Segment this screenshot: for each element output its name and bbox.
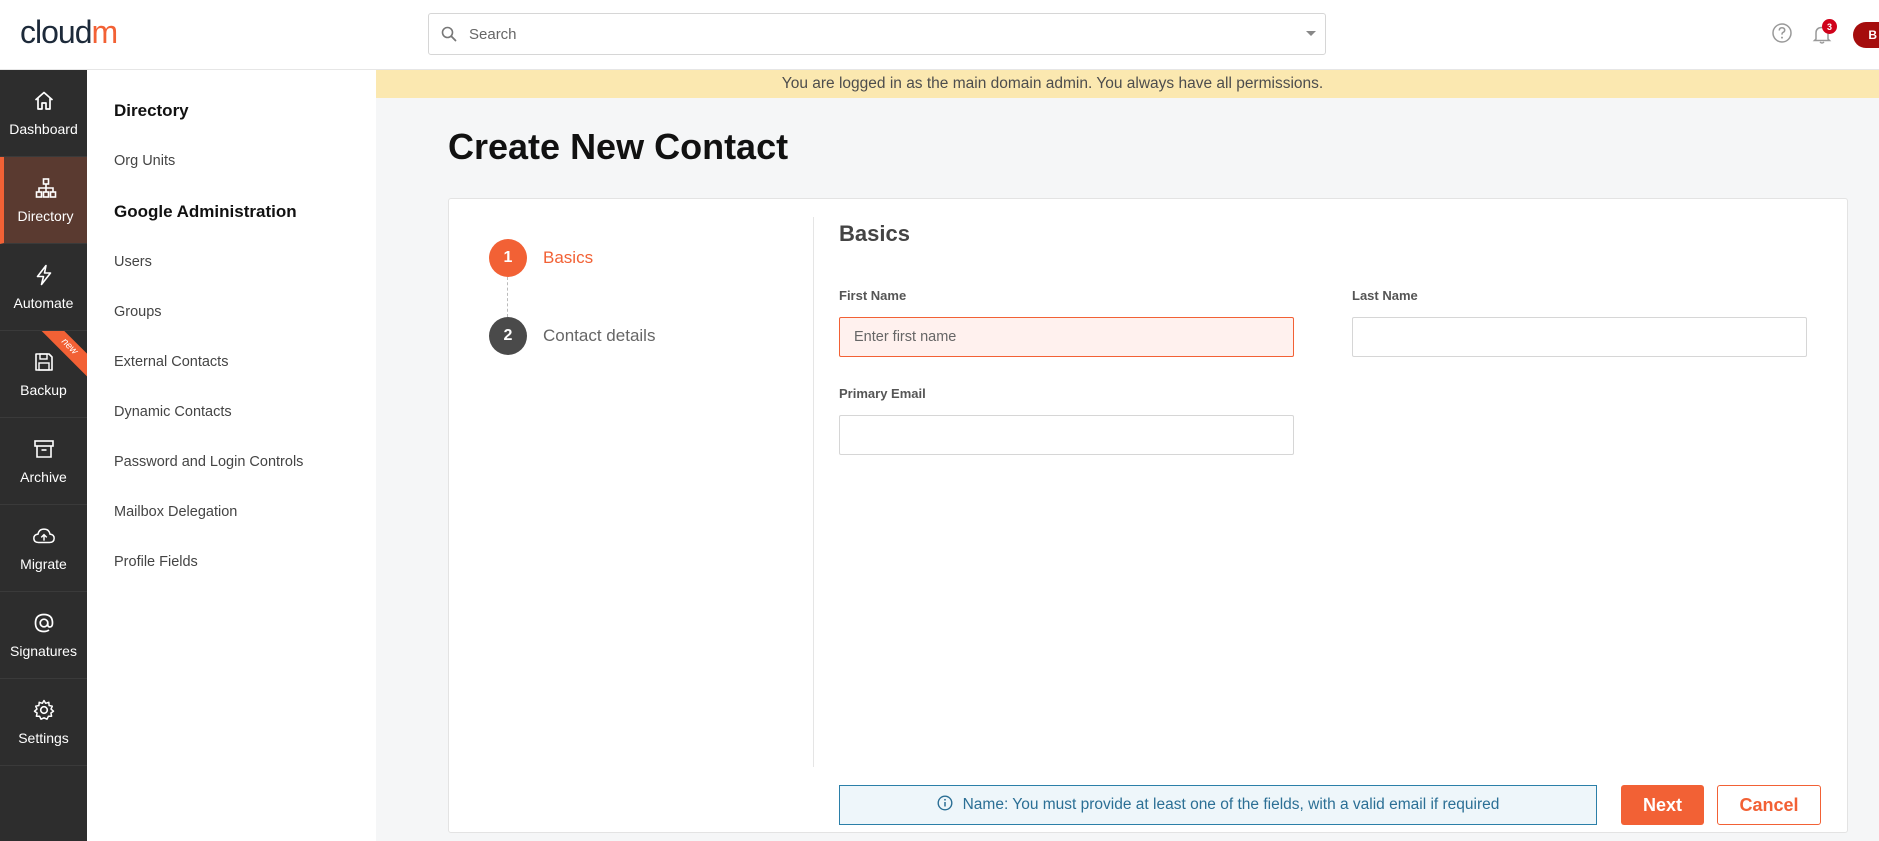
nav-item-archive[interactable]: Archive [0, 418, 87, 505]
subnav-item-dynamic-contacts[interactable]: Dynamic Contacts [114, 404, 232, 420]
step-number-circle: 1 [489, 239, 527, 277]
subnav-item-password-login-controls[interactable]: Password and Login Controls [114, 454, 303, 470]
validation-alert: Name: You must provide at least one of t… [839, 785, 1597, 825]
nav-item-migrate[interactable]: Migrate [0, 505, 87, 592]
subnav-item-groups[interactable]: Groups [114, 304, 162, 320]
step-label: Contact details [543, 326, 656, 345]
nav-item-settings[interactable]: Settings [0, 679, 87, 766]
at-sign-icon [32, 611, 56, 635]
first-name-field[interactable] [839, 317, 1294, 357]
search-box[interactable] [428, 13, 1326, 55]
subnav-item-profile-fields[interactable]: Profile Fields [114, 554, 198, 570]
home-icon [32, 89, 56, 113]
avatar[interactable]: B [1853, 22, 1879, 48]
subnav-item-external-contacts[interactable]: External Contacts [114, 354, 228, 370]
step-connector [507, 277, 508, 317]
card-divider [813, 217, 814, 767]
step-number-circle: 2 [489, 317, 527, 355]
chevron-down-icon[interactable] [1297, 30, 1325, 38]
cancel-button[interactable]: Cancel [1717, 785, 1821, 825]
nav-label: Archive [20, 469, 67, 485]
nav-label: Migrate [20, 556, 67, 572]
banner-text: You are logged in as the main domain adm… [781, 75, 1324, 92]
nav-label: Signatures [10, 643, 77, 659]
logo-text-accent: m [91, 14, 119, 50]
form-section-title: Basics [839, 221, 910, 246]
search-icon [429, 26, 469, 42]
header-actions: 3 B [1771, 19, 1879, 50]
subnav-item-users[interactable]: Users [114, 254, 152, 270]
nav-label: Dashboard [9, 121, 78, 137]
next-button[interactable]: Next [1621, 785, 1704, 825]
first-name-label: First Name [839, 288, 907, 303]
cloudm-logo[interactable]: cloudm [20, 14, 119, 51]
last-name-field[interactable] [1352, 317, 1807, 357]
primary-email-field[interactable] [839, 415, 1294, 455]
subnav-item-mailbox-delegation[interactable]: Mailbox Delegation [114, 504, 237, 520]
info-icon [937, 794, 953, 816]
cloud-upload-icon [32, 524, 56, 548]
wizard-step-contact-details[interactable]: 2 Contact details [489, 317, 655, 355]
search-input[interactable] [469, 25, 1297, 43]
nav-item-directory[interactable]: Directory [0, 157, 87, 244]
nav-item-dashboard[interactable]: Dashboard [0, 70, 87, 157]
top-header: cloudm 3 B [0, 0, 1879, 70]
nav-label: Settings [18, 730, 69, 746]
directory-subnav: Directory Org Units Google Administratio… [87, 70, 376, 841]
notification-count-badge: 3 [1822, 19, 1837, 34]
gear-icon [32, 698, 56, 722]
help-icon[interactable] [1771, 22, 1793, 48]
primary-email-label: Primary Email [839, 386, 926, 401]
last-name-label: Last Name [1352, 288, 1418, 303]
lightning-icon [32, 263, 56, 287]
nav-label: Automate [13, 295, 74, 311]
archive-box-icon [32, 437, 56, 461]
nav-label: Directory [17, 208, 74, 224]
save-icon [32, 350, 56, 374]
nav-item-automate[interactable]: Automate [0, 244, 87, 331]
step-label: Basics [543, 248, 594, 267]
page-title: Create New Contact [448, 126, 789, 167]
subnav-section-directory[interactable]: Directory [114, 101, 189, 121]
org-chart-icon [34, 176, 58, 200]
nav-label: Backup [20, 382, 67, 398]
subnav-item-org-units[interactable]: Org Units [114, 153, 175, 169]
subnav-section-google-admin: Google Administration [114, 202, 297, 221]
admin-notice-banner: You are logged in as the main domain adm… [376, 70, 1879, 98]
alert-text: Name: You must provide at least one of t… [962, 796, 1500, 813]
nav-item-backup[interactable]: new Backup [0, 331, 87, 418]
main-nav: Dashboard Directory Automate new Backup … [0, 70, 87, 841]
create-contact-card: 1 Basics 2 Contact details Basics First … [448, 198, 1848, 833]
logo-text-primary: cloud [20, 14, 92, 50]
wizard-step-basics[interactable]: 1 Basics [489, 239, 593, 277]
nav-item-signatures[interactable]: Signatures [0, 592, 87, 679]
notifications-button[interactable]: 3 [1811, 19, 1837, 47]
